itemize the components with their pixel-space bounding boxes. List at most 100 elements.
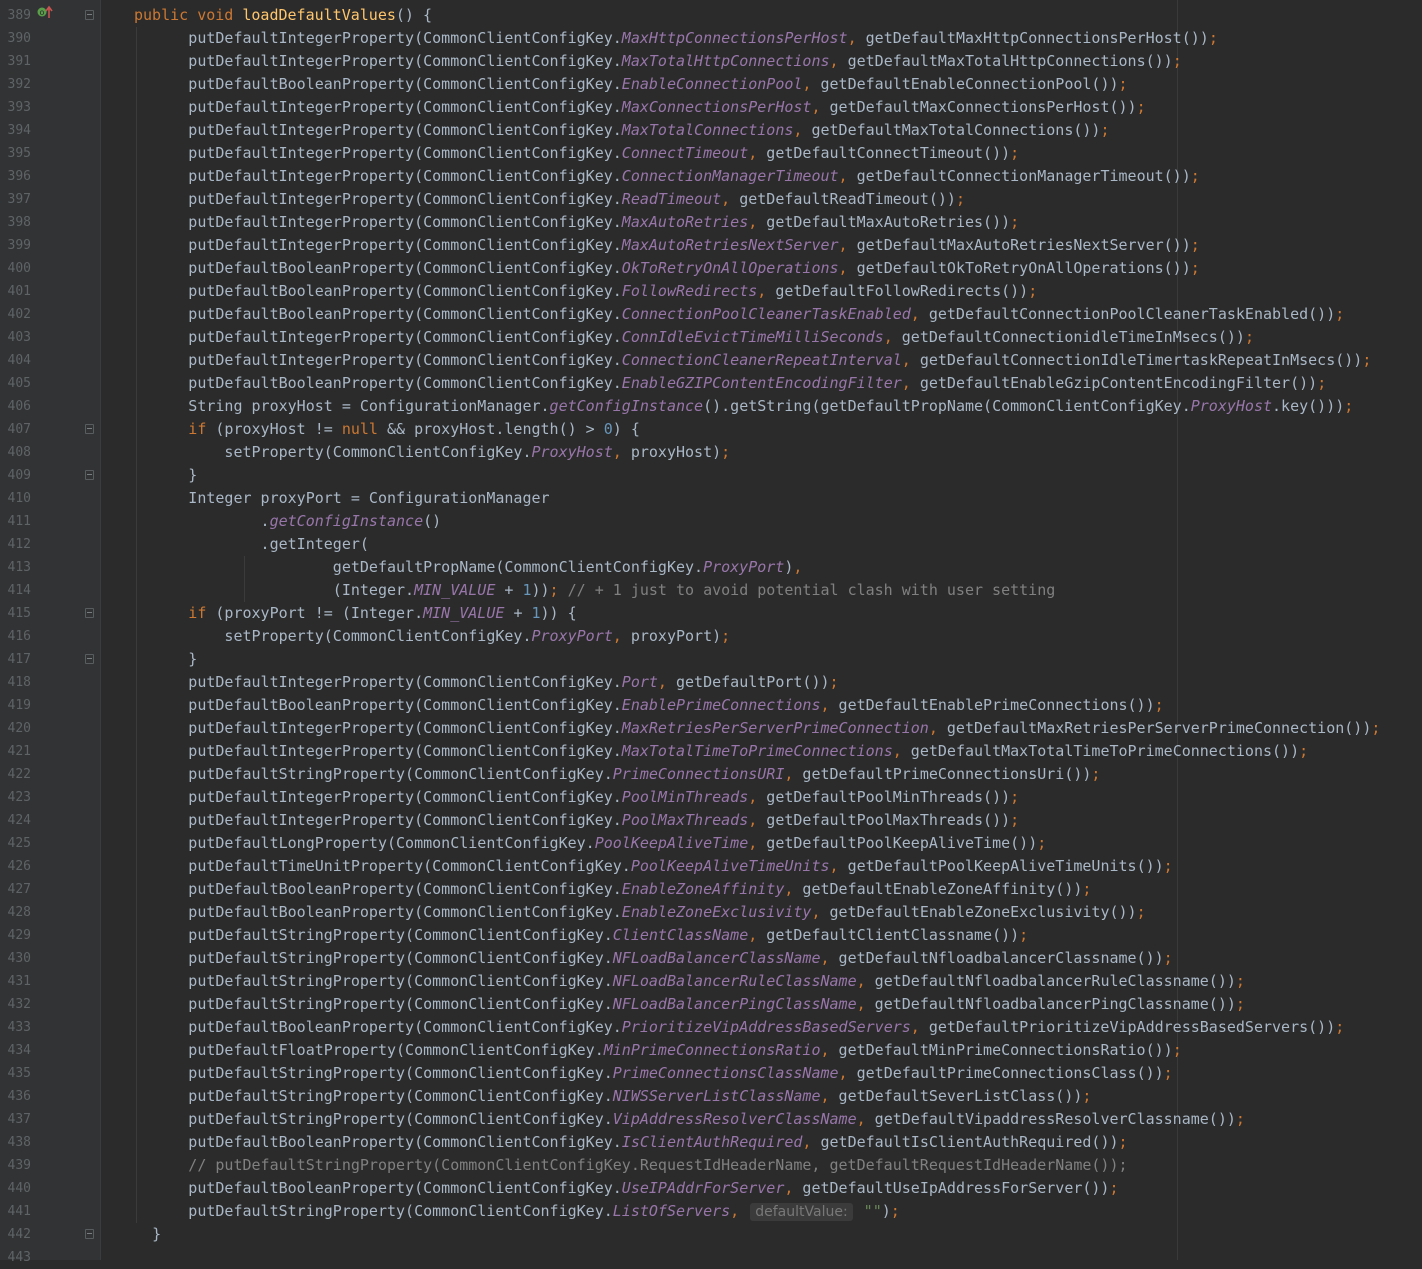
code-text[interactable]: putDefaultIntegerProperty(CommonClientCo…	[98, 119, 1109, 142]
code-text[interactable]: putDefaultIntegerProperty(CommonClientCo…	[98, 349, 1371, 372]
code-text[interactable]: (Integer.MIN_VALUE + 1)); // + 1 just to…	[98, 579, 1055, 602]
line-number[interactable]: 409	[0, 464, 31, 487]
code-line[interactable]: 414 (Integer.MIN_VALUE + 1)); // + 1 jus…	[0, 579, 1422, 602]
fold-toggle-icon[interactable]	[85, 424, 94, 434]
code-line[interactable]: 430 putDefaultStringProperty(CommonClien…	[0, 947, 1422, 970]
code-line[interactable]: 398 putDefaultIntegerProperty(CommonClie…	[0, 211, 1422, 234]
code-text[interactable]: putDefaultBooleanProperty(CommonClientCo…	[98, 303, 1344, 326]
line-number[interactable]: 437	[0, 1108, 31, 1131]
line-number[interactable]: 413	[0, 556, 31, 579]
code-line[interactable]: 389 public void loadDefaultValues() {	[0, 4, 1422, 27]
code-text[interactable]: putDefaultFloatProperty(CommonClientConf…	[98, 1039, 1181, 1062]
code-line[interactable]: 420 putDefaultIntegerProperty(CommonClie…	[0, 717, 1422, 740]
code-line[interactable]: 400 putDefaultBooleanProperty(CommonClie…	[0, 257, 1422, 280]
code-text[interactable]: .getInteger(	[98, 533, 369, 556]
line-number[interactable]: 421	[0, 740, 31, 763]
code-line[interactable]: 432 putDefaultStringProperty(CommonClien…	[0, 993, 1422, 1016]
code-line[interactable]: 416 setProperty(CommonClientConfigKey.Pr…	[0, 625, 1422, 648]
code-text[interactable]: String proxyHost = ConfigurationManager.…	[98, 395, 1353, 418]
fold-toggle-icon[interactable]	[85, 608, 94, 618]
line-number[interactable]: 396	[0, 165, 31, 188]
line-number[interactable]: 426	[0, 855, 31, 878]
code-text[interactable]: putDefaultIntegerProperty(CommonClientCo…	[98, 326, 1254, 349]
line-number[interactable]: 400	[0, 257, 31, 280]
code-text[interactable]: putDefaultBooleanProperty(CommonClientCo…	[98, 1016, 1344, 1039]
code-line[interactable]: 436 putDefaultStringProperty(CommonClien…	[0, 1085, 1422, 1108]
code-line[interactable]: 441 putDefaultStringProperty(CommonClien…	[0, 1200, 1422, 1223]
code-text[interactable]: .getConfigInstance()	[98, 510, 442, 533]
fold-toggle-icon[interactable]	[85, 470, 94, 480]
code-editor[interactable]: o 389 public void loadDefaultValues() {39…	[0, 0, 1422, 1265]
code-text[interactable]: putDefaultIntegerProperty(CommonClientCo…	[98, 50, 1181, 73]
code-text[interactable]: putDefaultIntegerProperty(CommonClientCo…	[98, 671, 838, 694]
code-line[interactable]: 390 putDefaultIntegerProperty(CommonClie…	[0, 27, 1422, 50]
code-text[interactable]: putDefaultStringProperty(CommonClientCon…	[98, 1062, 1172, 1085]
code-text[interactable]: putDefaultTimeUnitProperty(CommonClientC…	[98, 855, 1172, 878]
code-text[interactable]: putDefaultIntegerProperty(CommonClientCo…	[98, 786, 1019, 809]
code-text[interactable]: putDefaultBooleanProperty(CommonClientCo…	[98, 1131, 1127, 1154]
code-text[interactable]: setProperty(CommonClientConfigKey.ProxyH…	[98, 441, 730, 464]
code-line[interactable]: 399 putDefaultIntegerProperty(CommonClie…	[0, 234, 1422, 257]
code-line[interactable]: 429 putDefaultStringProperty(CommonClien…	[0, 924, 1422, 947]
line-number[interactable]: 433	[0, 1016, 31, 1039]
code-line[interactable]: 406 String proxyHost = ConfigurationMana…	[0, 395, 1422, 418]
line-number[interactable]: 434	[0, 1039, 31, 1062]
code-text[interactable]: putDefaultIntegerProperty(CommonClientCo…	[98, 165, 1199, 188]
code-text[interactable]: putDefaultStringProperty(CommonClientCon…	[98, 1085, 1091, 1108]
line-number[interactable]: 425	[0, 832, 31, 855]
code-text[interactable]: Integer proxyPort = ConfigurationManager	[98, 487, 549, 510]
code-text[interactable]: putDefaultBooleanProperty(CommonClientCo…	[98, 694, 1163, 717]
code-text[interactable]: putDefaultStringProperty(CommonClientCon…	[98, 947, 1172, 970]
code-text[interactable]: }	[98, 1223, 161, 1246]
code-text[interactable]: putDefaultStringProperty(CommonClientCon…	[98, 1108, 1245, 1131]
code-line[interactable]: 438 putDefaultBooleanProperty(CommonClie…	[0, 1131, 1422, 1154]
code-text[interactable]: putDefaultIntegerProperty(CommonClientCo…	[98, 211, 1019, 234]
line-number[interactable]: 419	[0, 694, 31, 717]
code-line[interactable]: 409 }	[0, 464, 1422, 487]
code-text[interactable]: putDefaultBooleanProperty(CommonClientCo…	[98, 372, 1326, 395]
code-line[interactable]: 401 putDefaultBooleanProperty(CommonClie…	[0, 280, 1422, 303]
code-line[interactable]: 408 setProperty(CommonClientConfigKey.Pr…	[0, 441, 1422, 464]
fold-toggle-icon[interactable]	[85, 10, 94, 20]
code-line[interactable]: 392 putDefaultBooleanProperty(CommonClie…	[0, 73, 1422, 96]
line-number[interactable]: 420	[0, 717, 31, 740]
line-number[interactable]: 389	[0, 4, 31, 27]
code-text[interactable]: putDefaultIntegerProperty(CommonClientCo…	[98, 188, 965, 211]
code-text[interactable]: putDefaultStringProperty(CommonClientCon…	[98, 1200, 900, 1223]
line-number[interactable]: 438	[0, 1131, 31, 1154]
line-number[interactable]: 431	[0, 970, 31, 993]
line-number[interactable]: 390	[0, 27, 31, 50]
code-line[interactable]: 405 putDefaultBooleanProperty(CommonClie…	[0, 372, 1422, 395]
line-number[interactable]: 408	[0, 441, 31, 464]
code-line[interactable]: 433 putDefaultBooleanProperty(CommonClie…	[0, 1016, 1422, 1039]
code-line[interactable]: 402 putDefaultBooleanProperty(CommonClie…	[0, 303, 1422, 326]
code-text[interactable]: putDefaultBooleanProperty(CommonClientCo…	[98, 257, 1199, 280]
line-number[interactable]: 428	[0, 901, 31, 924]
line-number[interactable]: 411	[0, 510, 31, 533]
code-line[interactable]: 419 putDefaultBooleanProperty(CommonClie…	[0, 694, 1422, 717]
code-line[interactable]: 421 putDefaultIntegerProperty(CommonClie…	[0, 740, 1422, 763]
code-line[interactable]: 413 getDefaultPropName(CommonClientConfi…	[0, 556, 1422, 579]
code-text[interactable]: putDefaultLongProperty(CommonClientConfi…	[98, 832, 1046, 855]
code-line[interactable]: 396 putDefaultIntegerProperty(CommonClie…	[0, 165, 1422, 188]
code-text[interactable]: putDefaultIntegerProperty(CommonClientCo…	[98, 717, 1380, 740]
code-text[interactable]: putDefaultIntegerProperty(CommonClientCo…	[98, 809, 1019, 832]
code-line[interactable]: 415 if (proxyPort != (Integer.MIN_VALUE …	[0, 602, 1422, 625]
line-number[interactable]: 436	[0, 1085, 31, 1108]
code-line[interactable]: 431 putDefaultStringProperty(CommonClien…	[0, 970, 1422, 993]
line-number[interactable]: 441	[0, 1200, 31, 1223]
line-number[interactable]: 403	[0, 326, 31, 349]
code-line[interactable]: 412 .getInteger(	[0, 533, 1422, 556]
fold-toggle-icon[interactable]	[85, 1229, 94, 1239]
code-line[interactable]: 424 putDefaultIntegerProperty(CommonClie…	[0, 809, 1422, 832]
line-number[interactable]: 395	[0, 142, 31, 165]
code-line[interactable]: 394 putDefaultIntegerProperty(CommonClie…	[0, 119, 1422, 142]
line-number[interactable]: 392	[0, 73, 31, 96]
code-line[interactable]: 391 putDefaultIntegerProperty(CommonClie…	[0, 50, 1422, 73]
code-line[interactable]: 435 putDefaultStringProperty(CommonClien…	[0, 1062, 1422, 1085]
code-text[interactable]: putDefaultBooleanProperty(CommonClientCo…	[98, 1177, 1118, 1200]
code-text[interactable]: setProperty(CommonClientConfigKey.ProxyP…	[98, 625, 730, 648]
line-number[interactable]: 414	[0, 579, 31, 602]
code-line[interactable]: 426 putDefaultTimeUnitProperty(CommonCli…	[0, 855, 1422, 878]
line-number[interactable]: 430	[0, 947, 31, 970]
